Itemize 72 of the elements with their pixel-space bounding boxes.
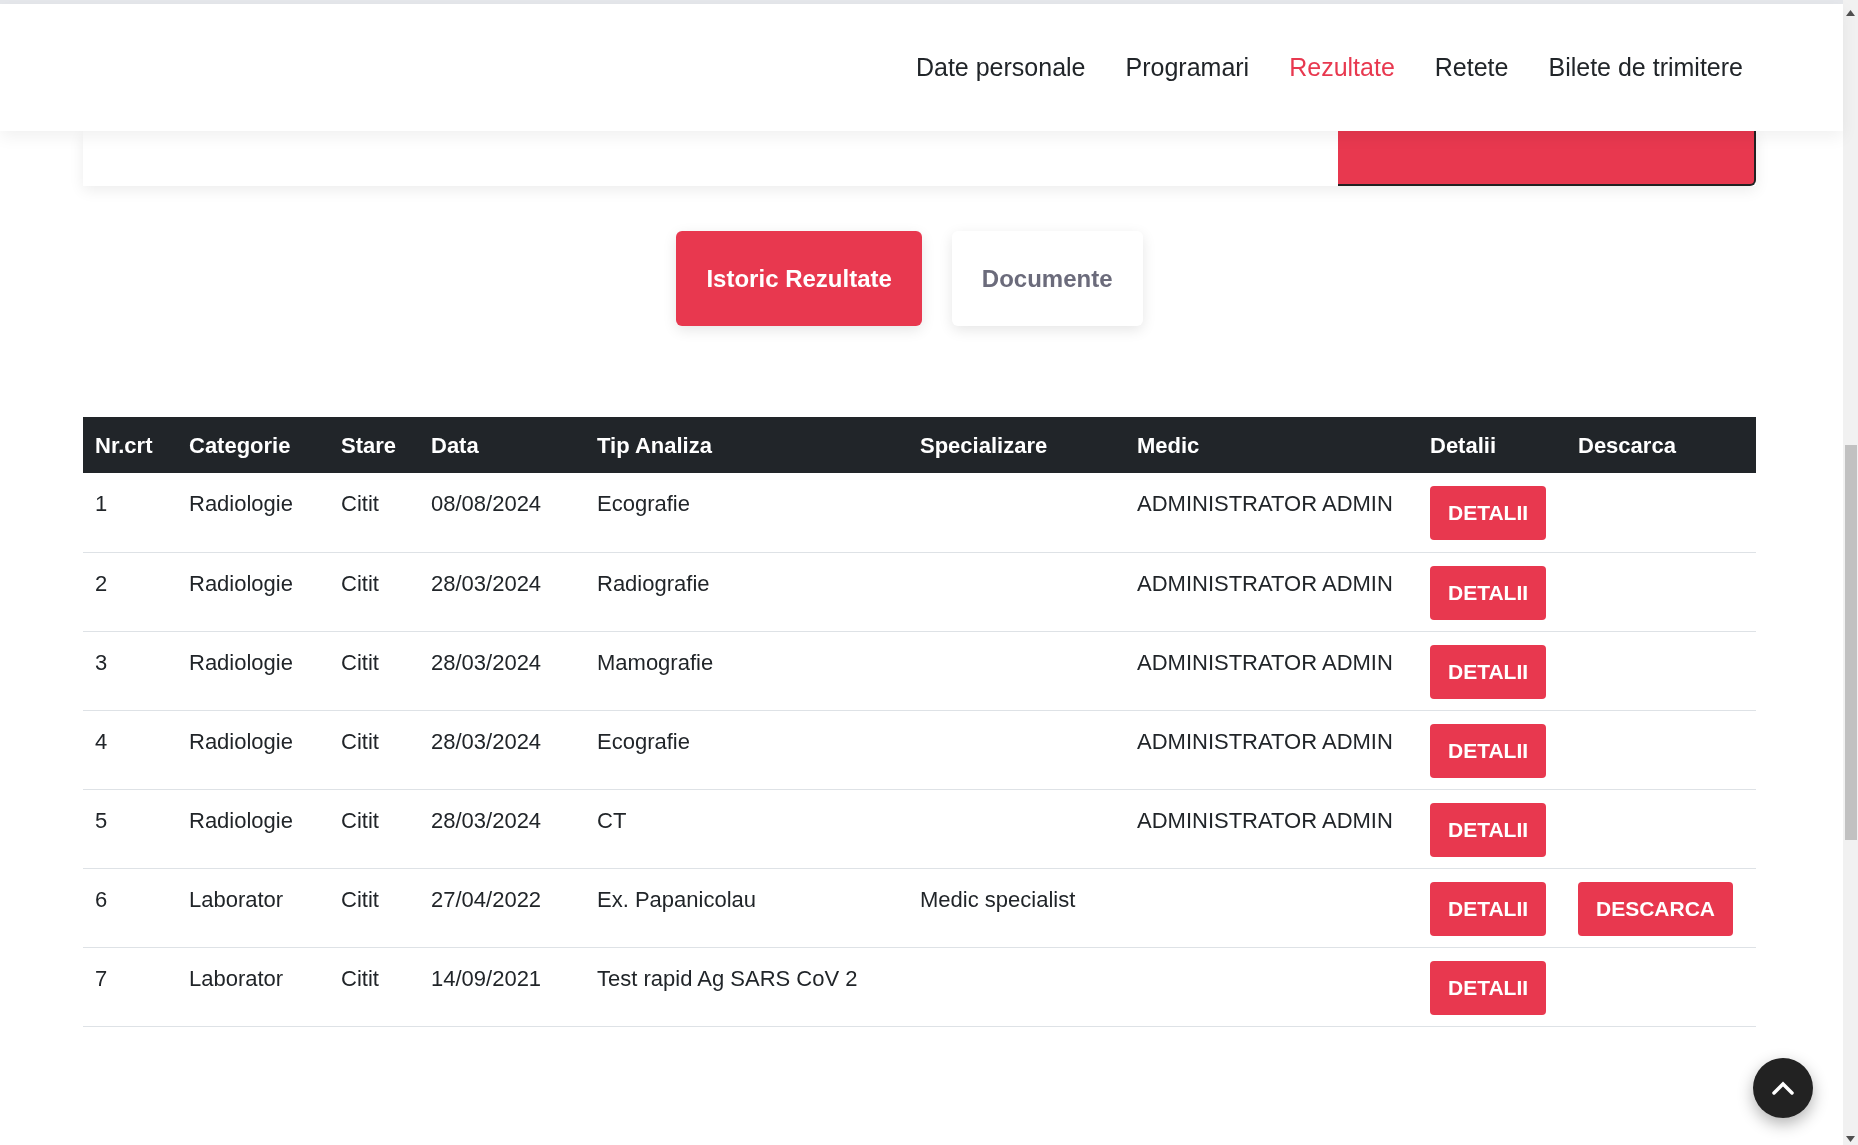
table-cell: Citit <box>341 886 379 912</box>
table-cell: Medic specialist <box>920 886 1076 912</box>
table-cell: Radiologie <box>189 649 293 675</box>
table-cell: Radiologie <box>189 807 293 833</box>
table-cell: 7 <box>95 965 108 991</box>
column-header: Stare <box>341 432 397 458</box>
table-cell: Ecografie <box>597 491 690 516</box>
action-button[interactable] <box>1338 131 1756 186</box>
column-header: Descarca <box>1578 432 1676 458</box>
column-header: Detalii <box>1430 432 1497 458</box>
download-button[interactable]: DESCARCA <box>1578 881 1733 936</box>
table-cell: Ecografie <box>597 728 690 754</box>
details-button[interactable]: DETALII <box>1430 486 1547 540</box>
nav-link[interactable]: Retete <box>1434 48 1509 87</box>
table-cell: 28/03/2024 <box>431 570 542 596</box>
table-cell: 6 <box>95 886 108 912</box>
table-cell: 28/03/2024 <box>431 807 542 833</box>
table-cell: ADMINISTRATOR ADMIN <box>1137 570 1393 596</box>
table-cell: 28/03/2024 <box>431 649 542 675</box>
table-cell: 14/09/2021 <box>431 965 542 991</box>
chevron-up-icon <box>1771 1081 1795 1095</box>
details-button[interactable]: DETALII <box>1430 565 1547 620</box>
table-cell: Mamografie <box>597 649 714 675</box>
table-cell: ADMINISTRATOR ADMIN <box>1137 649 1393 675</box>
table-cell: Citit <box>341 965 379 991</box>
tab[interactable]: Istoric Rezultate <box>676 231 922 326</box>
nav-link[interactable]: Rezultate <box>1289 48 1395 87</box>
details-button[interactable]: DETALII <box>1430 881 1547 936</box>
table-cell: Radiografie <box>597 570 710 596</box>
column-header: Medic <box>1137 432 1200 458</box>
tab[interactable]: Documente <box>951 231 1143 326</box>
column-header: Categorie <box>189 432 291 458</box>
details-button[interactable]: DETALII <box>1430 802 1547 857</box>
table-cell: Laborator <box>189 886 284 912</box>
column-header: Specializare <box>920 432 1048 458</box>
table-cell: 3 <box>95 649 108 675</box>
table-cell: 2 <box>95 570 108 596</box>
table-cell: ADMINISTRATOR ADMIN <box>1137 491 1393 516</box>
table-cell: ADMINISTRATOR ADMIN <box>1137 807 1393 833</box>
table-cell: CT <box>597 807 627 833</box>
table-cell: Citit <box>341 807 379 833</box>
table-cell: Radiologie <box>189 570 293 596</box>
table-cell: Radiologie <box>189 491 293 516</box>
scroll-down-icon[interactable] <box>1846 1136 1855 1142</box>
table-cell: Citit <box>341 491 379 516</box>
column-header: Data <box>431 432 479 458</box>
scrollbar-thumb[interactable] <box>1844 445 1857 840</box>
table-cell: ADMINISTRATOR ADMIN <box>1137 728 1393 754</box>
table-cell: 5 <box>95 807 108 833</box>
table-cell: Test rapid Ag SARS CoV 2 <box>597 965 858 991</box>
nav-link[interactable]: Date personale <box>915 48 1086 87</box>
table-cell: Citit <box>341 649 379 675</box>
table-cell: Laborator <box>189 965 284 991</box>
scroll-up-icon[interactable] <box>1846 10 1855 16</box>
table-cell: 4 <box>95 728 108 754</box>
scrollbar[interactable] <box>1843 0 1858 1145</box>
nav-link[interactable]: Programari <box>1125 48 1250 87</box>
table-cell: 28/03/2024 <box>431 728 542 754</box>
back-to-top-button[interactable] <box>1753 1058 1813 1118</box>
column-header: Nr.crt <box>95 432 153 458</box>
nav-link[interactable]: Bilete de trimitere <box>1548 48 1743 87</box>
details-button[interactable]: DETALII <box>1430 960 1547 1015</box>
table-cell: Citit <box>341 570 379 596</box>
details-button[interactable]: DETALII <box>1430 644 1547 699</box>
table-cell: Citit <box>341 728 379 754</box>
table-cell: 08/08/2024 <box>431 491 542 516</box>
details-button[interactable]: DETALII <box>1430 723 1547 778</box>
table-cell: Ex. Papanicolau <box>597 886 756 912</box>
table-cell: 27/04/2022 <box>431 886 542 912</box>
table-cell: Radiologie <box>189 728 293 754</box>
table-cell: 1 <box>95 491 108 516</box>
column-header: Tip Analiza <box>597 432 712 458</box>
